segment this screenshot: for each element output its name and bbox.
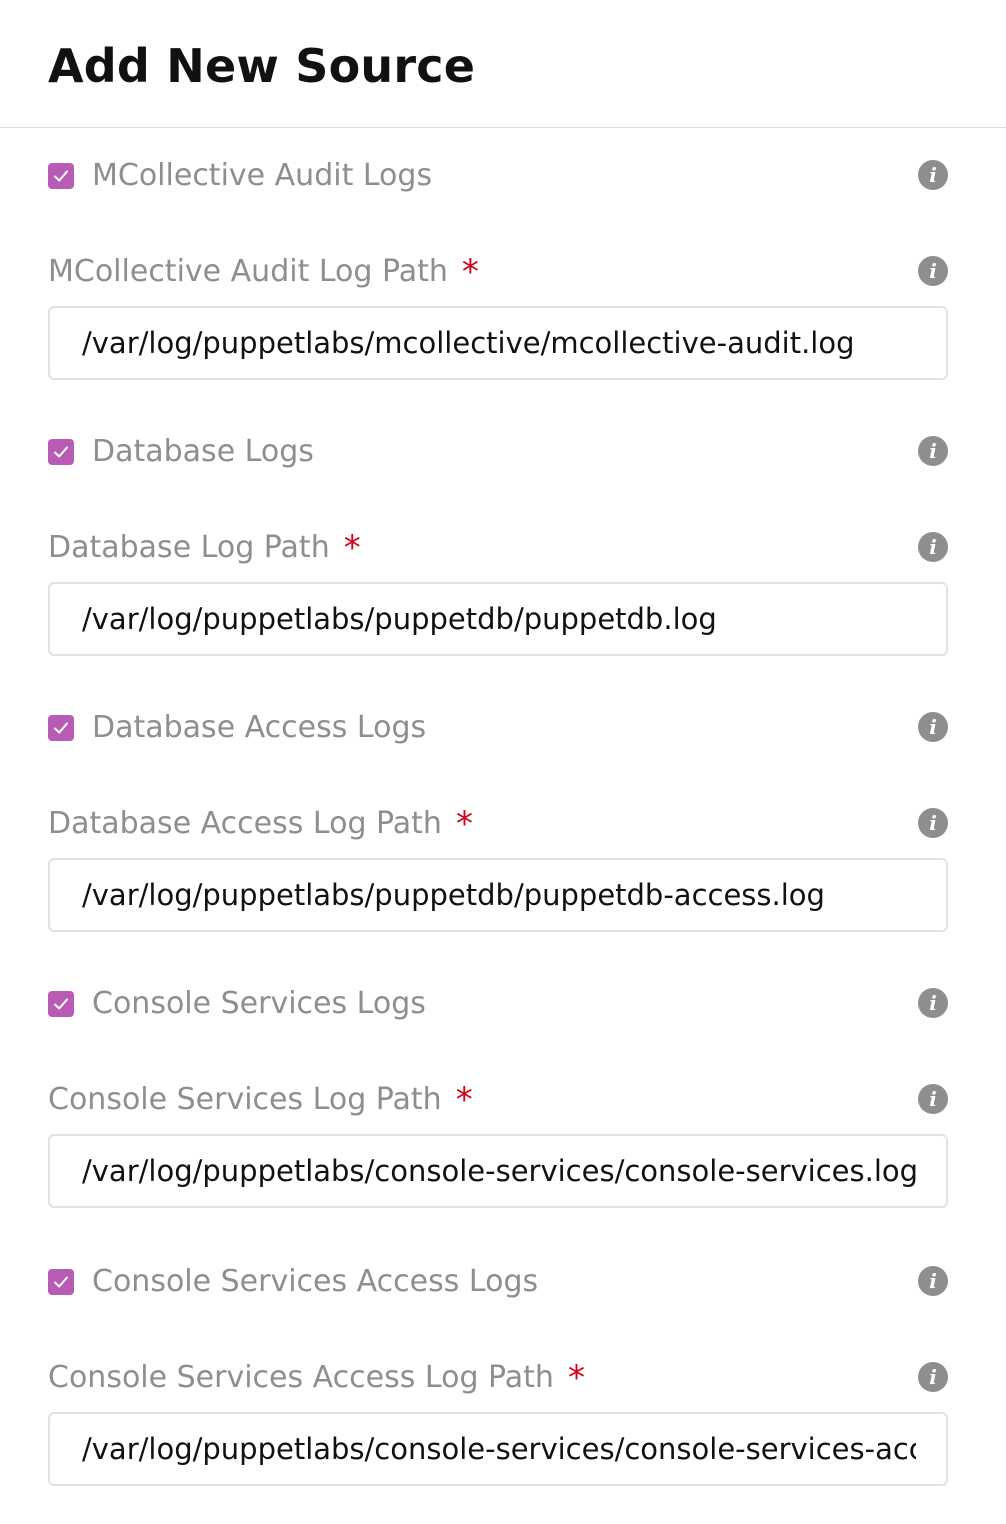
console-services-log-path-input[interactable]: [50, 1136, 946, 1206]
path-input-box: [48, 1412, 948, 1486]
field-label-text: Console Services Access Log Path: [48, 1360, 554, 1395]
checkbox-label: MCollective Audit Logs: [92, 158, 433, 193]
path-input-box: [48, 858, 948, 932]
field-label: Console Services Log Path *: [48, 1080, 473, 1120]
checkbox-console-services-logs[interactable]: [48, 991, 74, 1017]
info-icon[interactable]: i: [918, 1362, 948, 1392]
path-input-box: [48, 306, 948, 380]
console-services-access-log-path-input[interactable]: [50, 1414, 946, 1484]
field-label: Database Log Path *: [48, 528, 361, 568]
field-label-text: Console Services Log Path: [48, 1082, 442, 1117]
field-label: MCollective Audit Log Path *: [48, 252, 479, 292]
checkbox-label: Console Services Logs: [92, 986, 426, 1021]
field-label-text: MCollective Audit Log Path: [48, 254, 448, 289]
field-label: Database Access Log Path *: [48, 804, 473, 844]
checkbox-label: Console Services Access Logs: [92, 1264, 539, 1299]
checkbox-row-console-services-logs: Console Services Logs i: [48, 984, 948, 1024]
required-marker: *: [567, 1358, 585, 1398]
checkmark-icon: [54, 722, 68, 734]
checkbox-label: Database Access Logs: [92, 710, 427, 745]
checkbox-database-logs[interactable]: [48, 439, 74, 465]
checkbox-row-console-services-access-logs: Console Services Access Logs i: [48, 1262, 948, 1302]
mcollective-audit-log-path-input[interactable]: [50, 308, 946, 378]
field-label-text: Database Log Path: [48, 530, 330, 565]
checkbox-mcollective-audit-logs[interactable]: [48, 163, 74, 189]
checkbox-label: Database Logs: [92, 434, 314, 469]
required-marker: *: [455, 1080, 473, 1120]
checkbox-database-access-logs[interactable]: [48, 715, 74, 741]
path-input-box: [48, 582, 948, 656]
info-icon[interactable]: i: [918, 436, 948, 466]
field-label-row-database-log-path: Database Log Path * i: [48, 528, 948, 568]
info-icon[interactable]: i: [918, 1266, 948, 1296]
field-label: Console Services Access Log Path *: [48, 1358, 585, 1398]
checkbox-row-database-access-logs: Database Access Logs i: [48, 708, 948, 748]
info-icon[interactable]: i: [918, 532, 948, 562]
required-marker: *: [455, 804, 473, 844]
info-icon[interactable]: i: [918, 256, 948, 286]
page-header: Add New Source: [0, 0, 1006, 128]
field-label-row-database-access-log-path: Database Access Log Path * i: [48, 804, 948, 844]
required-marker: *: [461, 252, 479, 292]
info-icon[interactable]: i: [918, 160, 948, 190]
checkmark-icon: [54, 170, 68, 182]
checkmark-icon: [54, 998, 68, 1010]
checkbox-row-mcollective-audit-logs: MCollective Audit Logs i: [48, 156, 948, 196]
field-label-row-console-services-access-log-path: Console Services Access Log Path * i: [48, 1358, 948, 1398]
field-label-text: Database Access Log Path: [48, 806, 442, 841]
info-icon[interactable]: i: [918, 988, 948, 1018]
checkmark-icon: [54, 446, 68, 458]
checkbox-row-database-logs: Database Logs i: [48, 432, 948, 472]
page-title: Add New Source: [48, 39, 476, 93]
field-label-row-mcollective-audit-log-path: MCollective Audit Log Path * i: [48, 252, 948, 292]
info-icon[interactable]: i: [918, 1084, 948, 1114]
checkbox-console-services-access-logs[interactable]: [48, 1269, 74, 1295]
database-log-path-input[interactable]: [50, 584, 946, 654]
info-icon[interactable]: i: [918, 808, 948, 838]
path-input-box: [48, 1134, 948, 1208]
field-label-row-console-services-log-path: Console Services Log Path * i: [48, 1080, 948, 1120]
checkmark-icon: [54, 1276, 68, 1288]
database-access-log-path-input[interactable]: [50, 860, 946, 930]
info-icon[interactable]: i: [918, 712, 948, 742]
required-marker: *: [343, 528, 361, 568]
